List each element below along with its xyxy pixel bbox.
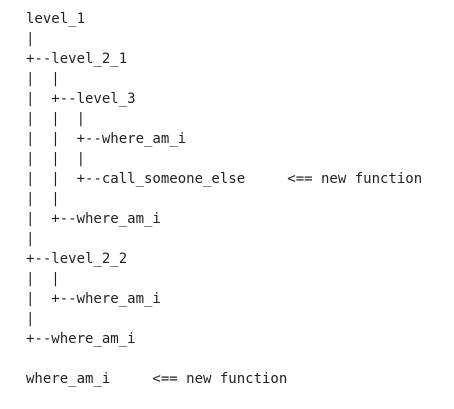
tree-connector: | | | <box>26 151 86 167</box>
tree-connector: | | <box>26 71 60 87</box>
standalone-where-am-i: where_am_i <== new function <box>26 371 288 387</box>
tree-node-level-3: | +--level_3 <box>26 91 136 107</box>
tree-line-level-1: level_1 <box>26 11 86 27</box>
tree-node-level-2-1: +--level_2_1 <box>26 51 128 67</box>
tree-node-where-am-i: +--where_am_i <box>26 331 136 347</box>
tree-connector: | | <box>26 191 60 207</box>
tree-connector: | | | <box>26 111 86 127</box>
tree-connector: | <box>26 311 35 327</box>
call-tree-diagram: level_1 | +--level_2_1 | | | +--level_3 … <box>26 9 446 389</box>
tree-connector: | | <box>26 271 60 287</box>
tree-connector: | <box>26 31 35 47</box>
tree-node-call-someone-else: | | +--call_someone_else <== new functio… <box>26 171 423 187</box>
tree-node-where-am-i: | +--where_am_i <box>26 211 161 227</box>
tree-node-where-am-i: | | +--where_am_i <box>26 131 187 147</box>
tree-connector: | <box>26 231 35 247</box>
tree-node-level-2-2: +--level_2_2 <box>26 251 128 267</box>
tree-node-where-am-i: | +--where_am_i <box>26 291 161 307</box>
